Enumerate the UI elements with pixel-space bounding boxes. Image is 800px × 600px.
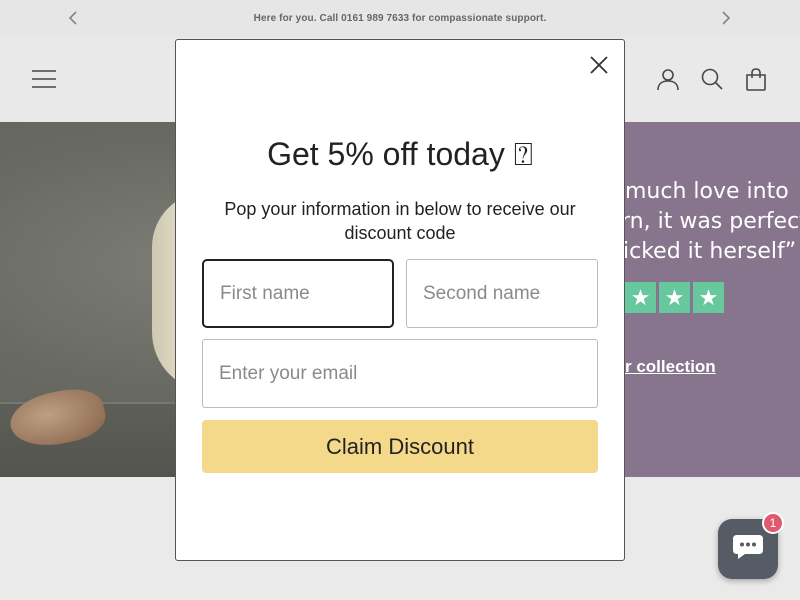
discount-popup: Get 5% off today ⍰ Pop your information … <box>175 39 625 561</box>
popup-subtitle: Pop your information in below to receive… <box>224 199 576 243</box>
chat-icon <box>731 533 765 566</box>
email-input[interactable] <box>202 339 598 408</box>
notification-badge: 1 <box>762 512 784 534</box>
second-name-input[interactable] <box>406 259 598 328</box>
claim-discount-button[interactable]: Claim Discount <box>202 420 598 473</box>
close-icon[interactable] <box>588 54 610 76</box>
popup-title: Get 5% off today ⍰ <box>267 136 533 172</box>
first-name-input[interactable] <box>202 259 394 328</box>
